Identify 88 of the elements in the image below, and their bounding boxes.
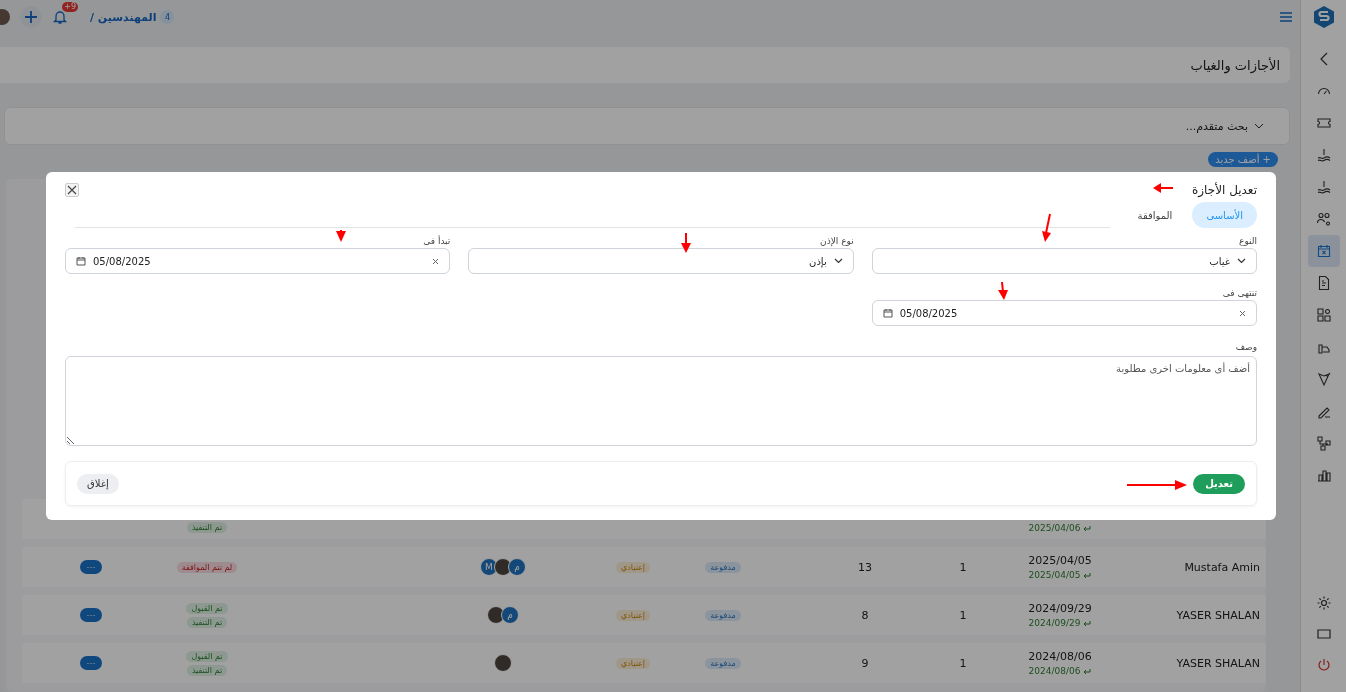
hierarchy-icon (1315, 435, 1332, 451)
users-icon (1315, 211, 1332, 227)
date-cell: 2024/08/06 (1028, 650, 1092, 663)
annotation-arrow (680, 232, 692, 254)
power-icon[interactable] (1315, 656, 1332, 673)
return-icon (1083, 524, 1092, 532)
chevron-icon (833, 258, 843, 264)
payment-tag: مدفوعة (705, 561, 741, 573)
notification-badge: +9 (62, 2, 78, 12)
status-tag: لم تتم الموافقة (176, 561, 238, 573)
count-badge: 4 (160, 10, 175, 24)
date-field[interactable]: 05/08/2025 (871, 300, 1257, 326)
table-cell: 13 (858, 560, 872, 574)
more-button[interactable]: ··· (80, 656, 102, 670)
more-button[interactable]: ··· (80, 608, 102, 622)
return-date: 2024/08/06 (1028, 666, 1081, 676)
return-date: 2025/04/05 (1028, 570, 1081, 580)
date-cell: 2025/04/05 (1028, 554, 1092, 567)
type-tag: إعتيادي (615, 657, 651, 669)
type-tag: إعتيادي (615, 609, 651, 621)
status-tag: تم القبول (186, 650, 228, 662)
breadcrumb[interactable]: المهندسين / (90, 10, 157, 24)
employee-name: YASER SHALAN (1176, 608, 1260, 622)
money-icon (1315, 179, 1332, 195)
status-tag: تم التنفيذ (186, 616, 228, 628)
table-cell: 1 (959, 656, 967, 670)
status-tag: تم التنفيذ (186, 522, 228, 533)
description-field[interactable]: أضف أى معلومات اخرى مطلوبة (65, 356, 1257, 446)
return-date: 2024/09/29 (1028, 618, 1081, 628)
field-label: النوع (1238, 236, 1257, 246)
add-icon[interactable] (20, 6, 42, 28)
return-icon (1083, 667, 1092, 675)
logo-icon[interactable] (1313, 6, 1334, 28)
field-label: وصف (1234, 342, 1257, 352)
cancel-button[interactable]: إغلاق (77, 473, 119, 494)
ticket-icon (1315, 115, 1332, 131)
annotation-arrow (1152, 182, 1174, 194)
select-field[interactable]: بإذن (468, 248, 854, 274)
annotation-arrow (335, 229, 347, 243)
payment-tag: مدفوعة (705, 609, 741, 621)
user-avatar: م (501, 606, 519, 624)
employee-name: YASER SHALAN (1176, 656, 1260, 670)
dialog-title: تعديل الأجازة (1192, 183, 1257, 197)
widgets-icon (1315, 307, 1332, 323)
bell-icon[interactable] (52, 9, 68, 25)
more-button[interactable]: ··· (80, 560, 102, 574)
date-cell: 2024/09/29 (1028, 602, 1092, 615)
sidebar-item[interactable] (1307, 235, 1340, 267)
annotation-arrow (1126, 479, 1188, 491)
user-avatar: M (480, 558, 498, 576)
date-field[interactable]: 05/08/2025 (65, 248, 451, 274)
chart-icon (1315, 467, 1332, 483)
close-button[interactable] (65, 183, 79, 197)
return-date: 2025/04/06 (1028, 523, 1081, 533)
advanced-search-panel[interactable]: بحث متقدم... (4, 107, 1290, 145)
user-avatar (494, 654, 512, 672)
page-title: الأجازات والغياب (1190, 57, 1280, 73)
type-tag: إعتيادي (615, 561, 651, 573)
table-cell: 1 (959, 608, 967, 622)
employee-name: Mustafa Amin (1184, 560, 1260, 574)
select-field[interactable]: غياب (871, 248, 1257, 274)
collapse-icon[interactable] (1319, 52, 1328, 66)
payment-tag: مدفوعة (705, 657, 741, 669)
return-icon (1083, 619, 1092, 627)
table-cell: 9 (861, 656, 869, 670)
tab[interactable]: الموافقة (1123, 202, 1187, 228)
field-label: نوع الإذن (819, 236, 854, 246)
menu-icon[interactable] (1280, 12, 1292, 22)
status-tag: تم القبول (186, 602, 228, 614)
advanced-search-label[interactable]: بحث متقدم... (1185, 119, 1248, 133)
chevron-icon (1237, 258, 1246, 264)
annotation-arrow (1040, 213, 1054, 243)
annotation-arrow (997, 281, 1009, 301)
table-cell: 1 (959, 560, 967, 574)
calendar-icon (1315, 243, 1332, 259)
table-cell: 8 (861, 608, 869, 622)
clear-icon[interactable] (1239, 309, 1246, 317)
return-icon (1083, 571, 1092, 579)
calendar-icon (76, 256, 86, 266)
user-avatar (494, 558, 512, 576)
user-avatar (487, 606, 505, 624)
money-icon (1315, 147, 1332, 163)
field-label: تبدأ فى (422, 236, 451, 246)
user-avatar: م (508, 558, 526, 576)
status-tag: تم التنفيذ (186, 664, 228, 676)
clear-icon[interactable] (432, 257, 440, 265)
field-label: تنتهى فى (1221, 288, 1257, 298)
calendar-icon (882, 308, 893, 318)
